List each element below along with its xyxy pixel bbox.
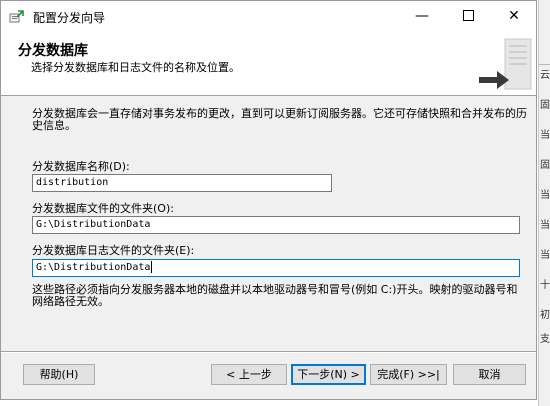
log-folder-label: 分发数据库日志文件的文件夹(E): — [32, 244, 195, 257]
text-caret — [151, 261, 153, 273]
page-subtitle: 选择分发数据库和日志文件的名称及位置。 — [31, 61, 240, 74]
bg-text: 支 — [540, 334, 550, 345]
footer-divider — [1, 351, 536, 353]
window-title: 配置分发向导 — [33, 11, 106, 25]
db-name-field[interactable]: distribution — [32, 174, 332, 192]
next-button[interactable]: 下一步(N) > — [291, 364, 366, 385]
description-text: 分发数据库会一直存储对事务发布的更改，直到可以更新订阅服务器。它还可存储快照和合… — [32, 107, 527, 132]
maximize-icon — [462, 9, 474, 21]
data-folder-field[interactable]: G:\DistributionData — [32, 216, 520, 234]
cancel-button[interactable]: 取消 — [453, 364, 526, 385]
wizard-window: 配置分发向导 — ✕ 分发数据库 选择分发数据库和日志文件的名称及位置。 分发数… — [0, 0, 537, 400]
bg-text: 当 — [540, 250, 550, 261]
minimize-icon: — — [415, 8, 429, 24]
bg-text: 固 — [540, 160, 550, 171]
page-title: 分发数据库 — [18, 43, 88, 59]
close-button[interactable]: ✕ — [491, 1, 537, 31]
minimize-button[interactable]: — — [399, 1, 445, 31]
help-button[interactable]: 帮助(H) — [23, 364, 95, 385]
close-icon: ✕ — [508, 8, 520, 24]
background-app-strip: 云 固 当 固 当 当 当 十 初 支 — [538, 0, 550, 406]
log-folder-value: G:\DistributionData — [36, 262, 151, 273]
server-illustration-icon — [479, 38, 532, 90]
wizard-header: 分发数据库 选择分发数据库和日志文件的名称及位置。 — [1, 31, 536, 96]
finish-button[interactable]: 完成(F) >>| — [370, 364, 447, 385]
title-bar[interactable]: 配置分发向导 — ✕ — [1, 1, 536, 31]
bg-text: 固 — [540, 100, 550, 111]
data-folder-label: 分发数据库文件的文件夹(O): — [32, 202, 174, 215]
back-button[interactable]: < 上一步 — [211, 364, 287, 385]
bg-text: 十 — [540, 280, 550, 291]
bg-text: 初 — [540, 310, 550, 321]
db-name-value: distribution — [36, 177, 109, 188]
bg-text: 云 — [540, 70, 550, 81]
bg-separator — [539, 64, 550, 65]
bg-text: 当 — [540, 220, 550, 231]
log-folder-field[interactable]: G:\DistributionData — [32, 259, 520, 277]
bg-text: 当 — [540, 190, 550, 201]
wizard-app-icon — [9, 10, 24, 23]
bg-text: 当 — [540, 130, 550, 141]
maximize-button[interactable] — [445, 1, 491, 31]
db-name-label: 分发数据库名称(D): — [32, 160, 130, 173]
data-folder-value: G:\DistributionData — [36, 219, 151, 230]
path-note-text: 这些路径必须指向分发服务器本地的磁盘并以本地驱动器号和冒号(例如 C:)开头。映… — [32, 283, 518, 308]
